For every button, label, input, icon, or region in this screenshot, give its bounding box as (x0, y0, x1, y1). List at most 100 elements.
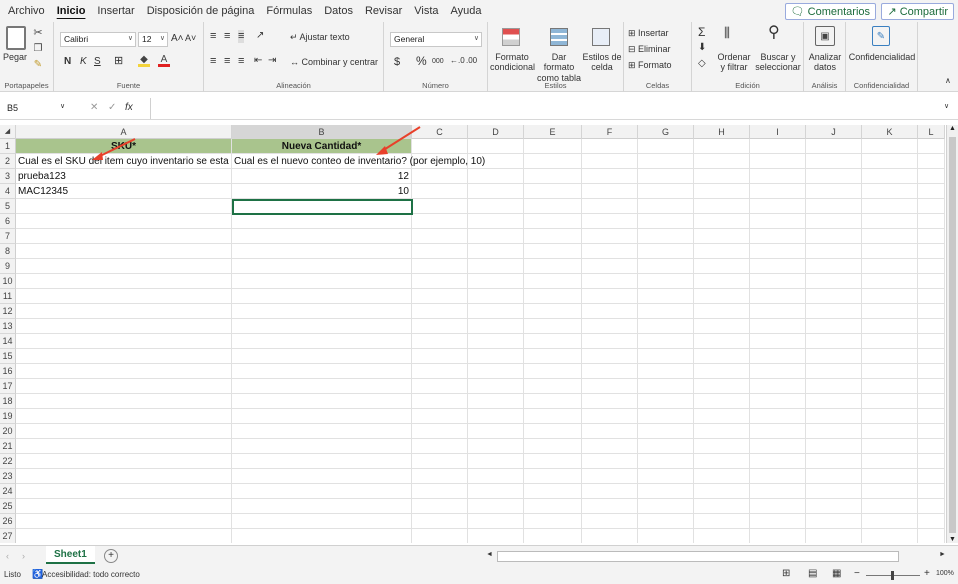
grid-cell[interactable] (582, 304, 638, 319)
column-header[interactable]: B (232, 125, 412, 139)
grid-cell[interactable] (582, 469, 638, 484)
grid-cell[interactable] (524, 484, 582, 499)
grid-cell[interactable] (232, 499, 412, 514)
grid-cell[interactable] (232, 244, 412, 259)
grid-cell[interactable] (412, 244, 468, 259)
grid-cell[interactable] (750, 214, 806, 229)
grid-cell[interactable] (468, 424, 524, 439)
row-header[interactable]: 12 (0, 304, 16, 319)
grid-cell[interactable] (412, 169, 468, 184)
grid-cell[interactable] (750, 469, 806, 484)
grid-cell[interactable] (862, 499, 918, 514)
scroll-thumb[interactable] (949, 137, 956, 533)
number-format-select[interactable]: General ∨ (390, 32, 482, 47)
grid-cell[interactable] (694, 214, 750, 229)
conditional-format-button[interactable]: Formato condicional (490, 52, 535, 73)
cell-styles-icon[interactable] (592, 28, 610, 46)
grid-cell[interactable] (582, 364, 638, 379)
grid-cell[interactable] (412, 514, 468, 529)
grid-cell[interactable] (750, 394, 806, 409)
grid-cell[interactable] (468, 514, 524, 529)
tab-disposicion[interactable]: Disposición de página (141, 5, 261, 17)
grid-cell[interactable] (918, 169, 945, 184)
grid-cell[interactable] (862, 229, 918, 244)
increase-decimal-icon[interactable]: ←.0 (450, 56, 465, 65)
grid-cell[interactable] (412, 349, 468, 364)
row-header[interactable]: 6 (0, 214, 16, 229)
grid-cell[interactable] (694, 199, 750, 214)
merge-center-button[interactable]: ↔ Combinar y centrar (290, 57, 378, 67)
grid-cell[interactable] (16, 379, 232, 394)
grid-cell[interactable] (232, 469, 412, 484)
scroll-down-icon[interactable]: ▼ (947, 536, 958, 543)
grid-cell[interactable] (694, 334, 750, 349)
grid-cell[interactable] (412, 139, 468, 154)
grid-cell[interactable] (412, 274, 468, 289)
grid-cell[interactable] (468, 169, 524, 184)
row-header[interactable]: 24 (0, 484, 16, 499)
grid-cell[interactable] (806, 289, 862, 304)
grid-cell[interactable] (694, 274, 750, 289)
table-format-icon[interactable] (550, 28, 568, 46)
row-header[interactable]: 16 (0, 364, 16, 379)
borders-icon[interactable]: ⊞ (114, 55, 123, 68)
grid-cell[interactable] (582, 244, 638, 259)
grid-cell[interactable] (412, 334, 468, 349)
grid-cell[interactable] (582, 394, 638, 409)
grid-cell[interactable] (524, 289, 582, 304)
thousands-button[interactable]: 000 (432, 58, 444, 66)
grid-cell[interactable] (468, 259, 524, 274)
grid-cell[interactable] (750, 484, 806, 499)
grid-cell[interactable] (16, 304, 232, 319)
grid-cell[interactable] (232, 259, 412, 274)
grid-cell[interactable] (16, 229, 232, 244)
grid-cell[interactable] (468, 289, 524, 304)
scroll-up-icon[interactable]: ▲ (947, 125, 958, 132)
grid-cell[interactable] (524, 319, 582, 334)
row-header[interactable]: 3 (0, 169, 16, 184)
tab-ayuda[interactable]: Ayuda (445, 5, 488, 17)
grid-cell[interactable] (694, 289, 750, 304)
grid-cell[interactable] (806, 394, 862, 409)
grid-cell[interactable] (412, 379, 468, 394)
grid-cell[interactable] (524, 394, 582, 409)
grid-cell[interactable] (638, 199, 694, 214)
grid-cell[interactable] (862, 139, 918, 154)
column-header[interactable]: G (638, 125, 694, 139)
grid-cell[interactable] (918, 424, 945, 439)
row-header[interactable]: 1 (0, 139, 16, 154)
grid-cell[interactable] (862, 259, 918, 274)
grid-cell[interactable] (638, 334, 694, 349)
currency-button[interactable]: $ (394, 56, 400, 69)
grid-cell[interactable] (750, 514, 806, 529)
row-header[interactable]: 19 (0, 409, 16, 424)
find-select-button[interactable]: Buscar y seleccionar (754, 52, 802, 73)
row-header[interactable]: 21 (0, 439, 16, 454)
grid-cell[interactable] (524, 154, 582, 169)
grid-cell[interactable] (862, 199, 918, 214)
tab-revisar[interactable]: Revisar (359, 5, 408, 17)
column-header[interactable]: A (16, 125, 232, 139)
zoom-in-icon[interactable]: + (924, 568, 930, 580)
grid-cell[interactable] (524, 214, 582, 229)
column-header[interactable]: J (806, 125, 862, 139)
grid-cell[interactable] (862, 184, 918, 199)
analyze-data-button[interactable]: Analizar datos (806, 52, 844, 73)
grid-cell[interactable] (806, 199, 862, 214)
grid-cell[interactable] (806, 169, 862, 184)
grid-cell[interactable] (806, 154, 862, 169)
grid-cell[interactable] (806, 259, 862, 274)
grid-cell[interactable] (918, 514, 945, 529)
grid-cell[interactable] (638, 229, 694, 244)
tab-inicio[interactable]: Inicio (51, 5, 92, 17)
collapse-ribbon-icon[interactable]: ∧ (945, 76, 951, 85)
grid-cell[interactable] (806, 244, 862, 259)
expand-formula-icon[interactable]: ∨ (944, 103, 949, 111)
grid-cell[interactable] (638, 139, 694, 154)
grid-cell[interactable] (468, 199, 524, 214)
grid-cell[interactable] (232, 334, 412, 349)
grid-cell[interactable] (862, 154, 918, 169)
grid-cell[interactable] (638, 514, 694, 529)
grid-cell[interactable] (16, 469, 232, 484)
accessibility-status[interactable]: Accesibilidad: todo correcto (42, 570, 140, 579)
